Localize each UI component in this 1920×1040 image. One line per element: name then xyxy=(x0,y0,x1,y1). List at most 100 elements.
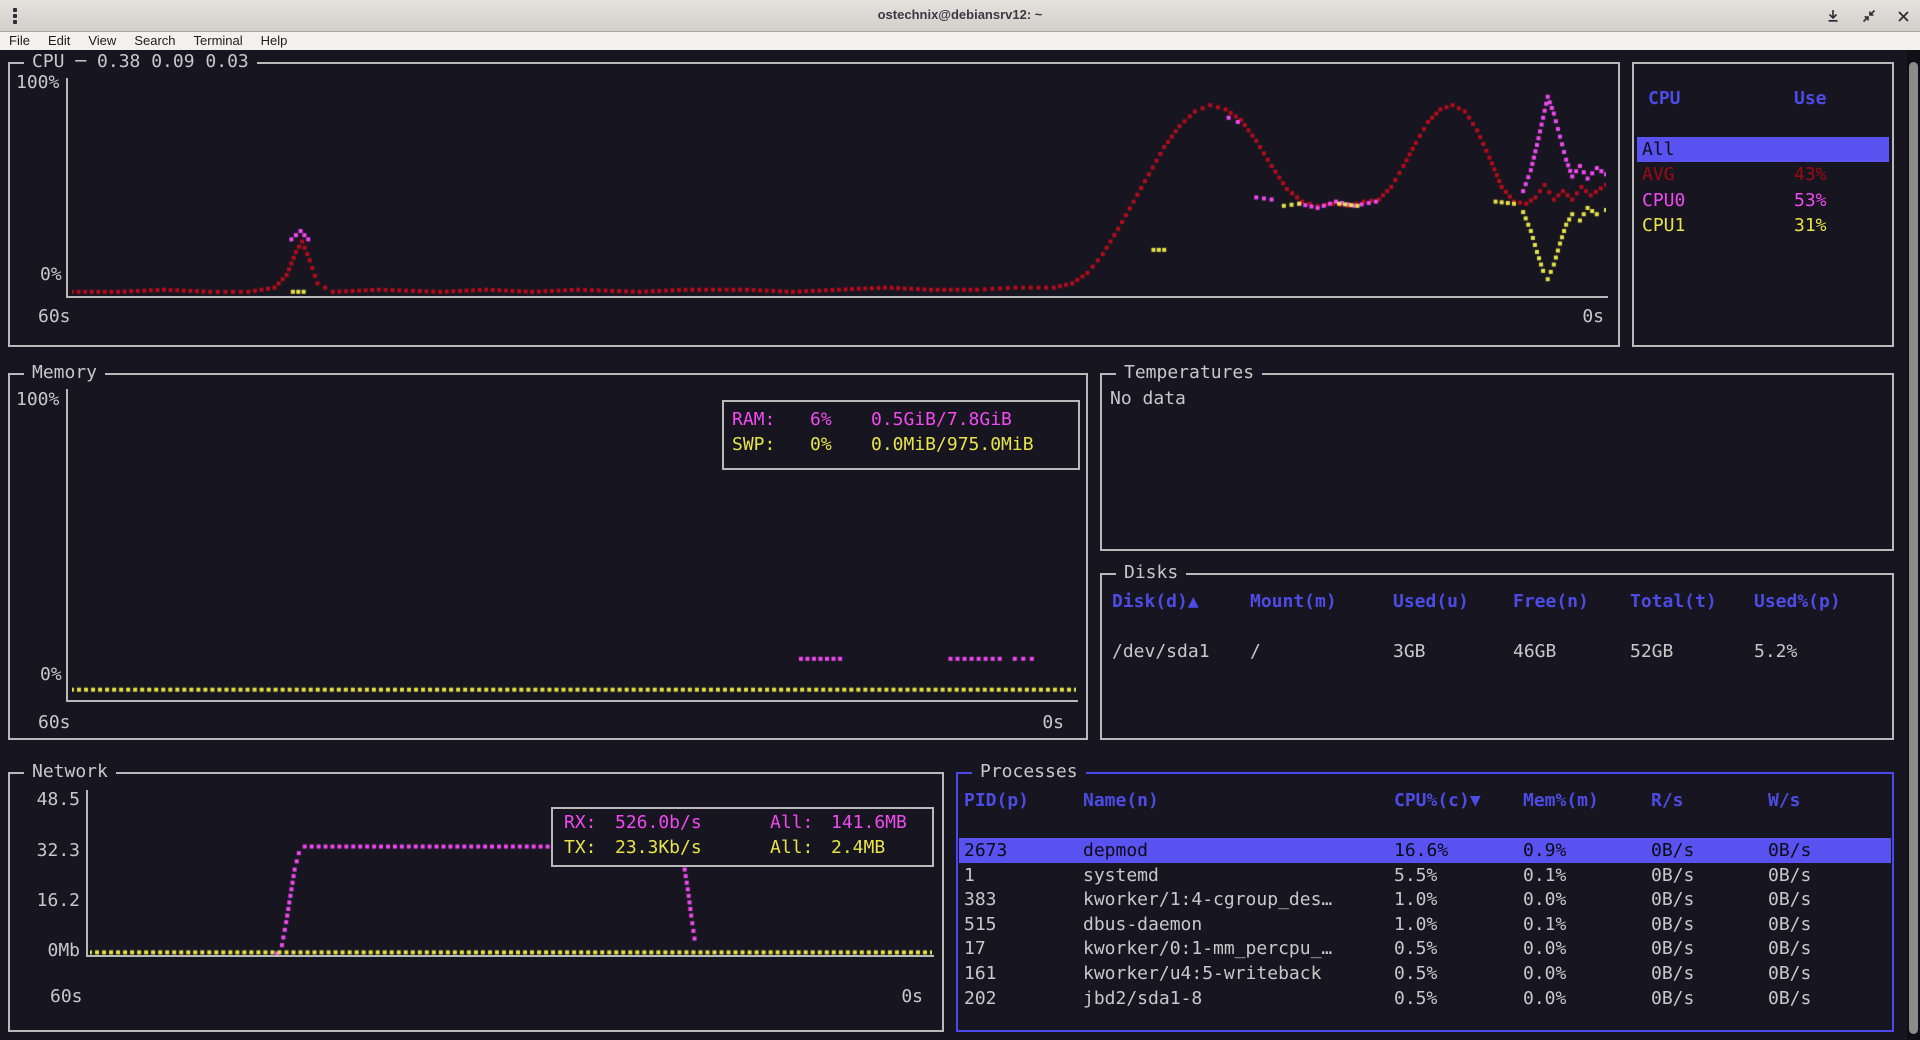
cpu-row-use-cpu1: 31% xyxy=(1794,215,1827,237)
process-cell-6-0[interactable]: 202 xyxy=(964,988,997,1010)
memory-panel[interactable]: Memory 100% 0% 60s 0s RAM: 6% 0.5GiB/7.8… xyxy=(8,373,1088,740)
close-button[interactable] xyxy=(1892,5,1914,27)
process-cell-4-2[interactable]: 0.5% xyxy=(1394,938,1437,960)
temperatures-panel[interactable]: Temperatures No data xyxy=(1100,373,1894,551)
disk-cell-0-0[interactable]: /dev/sda1 xyxy=(1112,641,1210,663)
process-cell-6-2[interactable]: 0.5% xyxy=(1394,988,1437,1010)
process-cell-2-4[interactable]: 0B/s xyxy=(1651,889,1694,911)
cpu-row-name-cpu0[interactable]: CPU0 xyxy=(1642,190,1685,212)
process-cell-2-5[interactable]: 0B/s xyxy=(1768,889,1811,911)
minimize-button[interactable] xyxy=(1822,5,1844,27)
disks-panel[interactable]: Disks Disk(d)▲Mount(m)Used(u)Free(n)Tota… xyxy=(1100,573,1894,740)
process-cell-3-1[interactable]: dbus-daemon xyxy=(1083,914,1202,936)
process-cell-0-5[interactable]: 0B/s xyxy=(1768,840,1811,862)
scrollbar-thumb[interactable] xyxy=(1909,62,1918,1034)
process-cell-3-0[interactable]: 515 xyxy=(964,914,997,936)
process-cell-2-3[interactable]: 0.0% xyxy=(1523,889,1566,911)
process-cell-1-1[interactable]: systemd xyxy=(1083,865,1159,887)
process-cell-1-3[interactable]: 0.1% xyxy=(1523,865,1566,887)
process-cell-5-4[interactable]: 0B/s xyxy=(1651,963,1694,985)
processes-header-2[interactable]: CPU%(c)▼ xyxy=(1394,790,1481,812)
process-cell-0-1[interactable]: depmod xyxy=(1083,840,1148,862)
process-cell-4-4[interactable]: 0B/s xyxy=(1651,938,1694,960)
process-cell-0-2[interactable]: 16.6% xyxy=(1394,840,1448,862)
disk-cell-0-1[interactable]: / xyxy=(1250,641,1261,663)
cpu-row-name-avg[interactable]: AVG xyxy=(1642,164,1675,186)
process-cell-6-3[interactable]: 0.0% xyxy=(1523,988,1566,1010)
disks-header-5[interactable]: Used%(p) xyxy=(1754,591,1841,613)
process-cell-2-0[interactable]: 383 xyxy=(964,889,997,911)
menu-item-view[interactable]: View xyxy=(79,32,125,48)
cpu-legend-panel[interactable]: CPUUseAllAVG43%CPU053%CPU131% xyxy=(1632,62,1894,347)
restore-button[interactable] xyxy=(1858,5,1880,27)
process-cell-1-2[interactable]: 5.5% xyxy=(1394,865,1437,887)
processes-header-3[interactable]: Mem%(m) xyxy=(1523,790,1599,812)
cpu-graph xyxy=(72,80,1606,296)
disks-header-0[interactable]: Disk(d)▲ xyxy=(1112,591,1199,613)
process-cell-4-0[interactable]: 17 xyxy=(964,938,986,960)
process-cell-5-5[interactable]: 0B/s xyxy=(1768,963,1811,985)
menu-item-terminal[interactable]: Terminal xyxy=(185,32,252,48)
process-cell-3-4[interactable]: 0B/s xyxy=(1651,914,1694,936)
disks-header-4[interactable]: Total(t) xyxy=(1630,591,1717,613)
menu-item-edit[interactable]: Edit xyxy=(39,32,79,48)
processes-header-5[interactable]: W/s xyxy=(1768,790,1801,812)
process-cell-3-2[interactable]: 1.0% xyxy=(1394,914,1437,936)
cpu-panel-title: CPU ─ 0.38 0.09 0.03 xyxy=(24,51,257,73)
process-cell-6-1[interactable]: jbd2/sda1-8 xyxy=(1083,988,1202,1010)
disks-header-1[interactable]: Mount(m) xyxy=(1250,591,1337,613)
use-column-header[interactable]: Use xyxy=(1794,88,1827,110)
process-cell-2-2[interactable]: 1.0% xyxy=(1394,889,1437,911)
memory-y-max-label: 100% xyxy=(16,389,59,411)
process-cell-5-3[interactable]: 0.0% xyxy=(1523,963,1566,985)
network-ytick-0: 0Mb xyxy=(12,940,80,962)
process-cell-5-0[interactable]: 161 xyxy=(964,963,997,985)
swap-label: SWP: xyxy=(732,434,775,456)
processes-header-4[interactable]: R/s xyxy=(1651,790,1684,812)
process-cell-3-5[interactable]: 0B/s xyxy=(1768,914,1811,936)
scrollbar-track[interactable] xyxy=(1907,50,1920,1040)
disks-header-2[interactable]: Used(u) xyxy=(1393,591,1469,613)
process-cell-5-1[interactable]: kworker/u4:5-writeback xyxy=(1083,963,1321,985)
network-x-axis xyxy=(86,955,934,957)
cpu-row-name-cpu1[interactable]: CPU1 xyxy=(1642,215,1685,237)
processes-header-1[interactable]: Name(n) xyxy=(1083,790,1159,812)
cpu-panel[interactable]: CPU ─ 0.38 0.09 0.03 100% 0% 60s 0s xyxy=(8,62,1620,347)
process-cell-5-2[interactable]: 0.5% xyxy=(1394,963,1437,985)
process-cell-2-1[interactable]: kworker/1:4-cgroup_des… xyxy=(1083,889,1332,911)
process-cell-6-4[interactable]: 0B/s xyxy=(1651,988,1694,1010)
cpu-column-header[interactable]: CPU xyxy=(1648,88,1681,110)
process-cell-1-4[interactable]: 0B/s xyxy=(1651,865,1694,887)
network-y-axis xyxy=(86,790,88,957)
disk-cell-0-4[interactable]: 52GB xyxy=(1630,641,1673,663)
cpu-row-selection[interactable] xyxy=(1637,137,1889,162)
processes-header-0[interactable]: PID(p) xyxy=(964,790,1029,812)
disk-cell-0-3[interactable]: 46GB xyxy=(1513,641,1556,663)
disks-header-3[interactable]: Free(n) xyxy=(1513,591,1589,613)
menu-item-help[interactable]: Help xyxy=(252,32,297,48)
tx-label: TX: xyxy=(564,837,597,859)
process-cell-0-3[interactable]: 0.9% xyxy=(1523,840,1566,862)
process-cell-3-3[interactable]: 0.1% xyxy=(1523,914,1566,936)
menu-item-search[interactable]: Search xyxy=(125,32,184,48)
process-cell-0-0[interactable]: 2673 xyxy=(964,840,1007,862)
process-cell-6-5[interactable]: 0B/s xyxy=(1768,988,1811,1010)
disk-cell-0-2[interactable]: 3GB xyxy=(1393,641,1426,663)
network-panel[interactable]: Network 48.5 32.3 16.2 0Mb 60s 0s RX: 52… xyxy=(8,772,944,1032)
process-cell-4-3[interactable]: 0.0% xyxy=(1523,938,1566,960)
network-ytick-48: 48.5 xyxy=(12,789,80,811)
cpu-row-name-all[interactable]: All xyxy=(1642,139,1675,161)
disk-cell-0-5[interactable]: 5.2% xyxy=(1754,641,1797,663)
cpu-x-left-label: 60s xyxy=(38,306,71,328)
process-cell-4-5[interactable]: 0B/s xyxy=(1768,938,1811,960)
process-cell-0-4[interactable]: 0B/s xyxy=(1651,840,1694,862)
disks-panel-title: Disks xyxy=(1116,562,1186,584)
menu-item-file[interactable]: File xyxy=(0,32,39,48)
terminal-content: CPU ─ 0.38 0.09 0.03 100% 0% 60s 0s CPU U… xyxy=(0,50,1920,1040)
process-cell-4-1[interactable]: kworker/0:1-mm_percpu_… xyxy=(1083,938,1332,960)
process-cell-1-0[interactable]: 1 xyxy=(964,865,975,887)
memory-y-min-label: 0% xyxy=(40,664,62,686)
process-cell-1-5[interactable]: 0B/s xyxy=(1768,865,1811,887)
network-x-right-label: 0s xyxy=(901,986,923,1008)
processes-panel[interactable]: Processes PID(p)Name(n)CPU%(c)▼Mem%(m)R/… xyxy=(956,772,1894,1032)
